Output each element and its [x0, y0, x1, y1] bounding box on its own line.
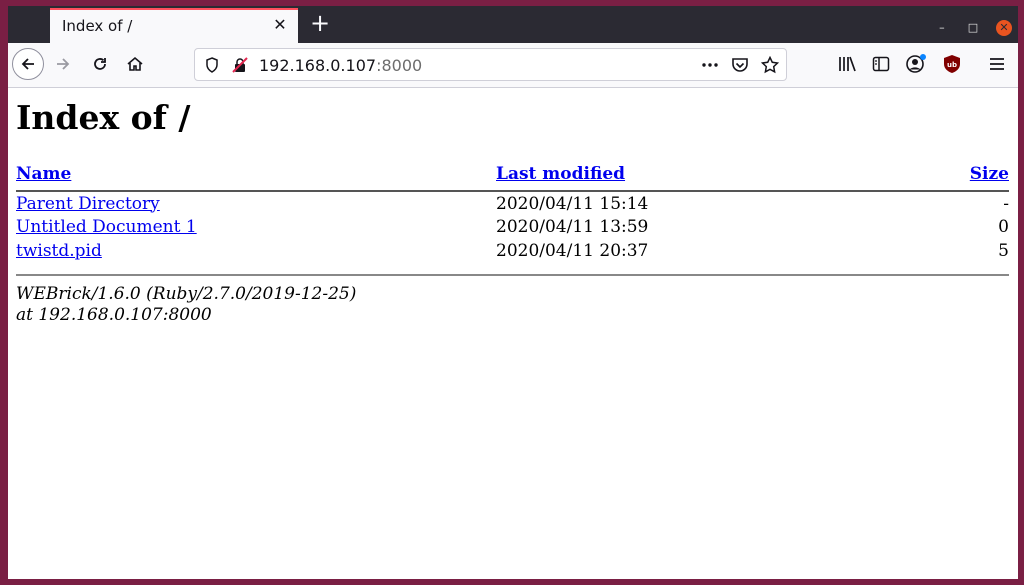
page-title: Index of /: [16, 98, 191, 137]
sidebar-icon: [872, 56, 890, 72]
size-cell: 5: [998, 240, 1009, 261]
file-link[interactable]: Parent Directory: [16, 194, 160, 214]
table-header: Name Last modified Size: [16, 164, 1009, 188]
pocket-icon[interactable]: [731, 56, 749, 74]
window-controls: – □ ✕: [924, 16, 1012, 36]
account-icon: [906, 54, 926, 73]
server-version: WEBrick/1.6.0 (Ruby/2.7.0/2019-12-25): [16, 284, 357, 304]
table-row: Untitled Document 1 2020/04/11 13:59 0: [16, 217, 1009, 241]
url-host: 192.168.0.107: [259, 56, 377, 75]
tab-title: Index of /: [62, 17, 133, 35]
minimize-icon[interactable]: –: [934, 20, 950, 36]
modified-cell: 2020/04/11 20:37: [496, 240, 649, 261]
new-tab-button[interactable]: +: [308, 11, 332, 36]
account-button[interactable]: [901, 49, 931, 79]
table-row: twistd.pid 2020/04/11 20:37 5: [16, 241, 1009, 265]
modified-cell: 2020/04/11 15:14: [496, 193, 649, 214]
forward-button[interactable]: [48, 49, 78, 79]
header-divider: [16, 189, 1009, 192]
close-window-icon[interactable]: ✕: [996, 20, 1012, 36]
sort-by-name-link[interactable]: Name: [16, 164, 71, 184]
modified-cell: 2020/04/11 13:59: [496, 217, 649, 237]
reload-button[interactable]: [85, 49, 115, 79]
menu-button[interactable]: [982, 49, 1012, 79]
arrow-left-icon: [21, 58, 34, 70]
library-icon: [839, 56, 856, 72]
maximize-icon[interactable]: □: [965, 20, 981, 36]
hamburger-menu-icon: [990, 58, 1004, 70]
sort-by-modified-link[interactable]: Last modified: [496, 164, 625, 184]
page-actions-icon[interactable]: [701, 56, 719, 74]
page-content: Index of / Name Last modified Size Paren…: [8, 88, 1018, 579]
url-port: :8000: [376, 56, 423, 75]
table-row: Parent Directory 2020/04/11 15:14 -: [16, 194, 1009, 218]
file-listing: Name Last modified Size Parent Directory…: [16, 164, 1009, 264]
sort-by-size-link[interactable]: Size: [970, 164, 1009, 184]
server-signature: WEBrick/1.6.0 (Ruby/2.7.0/2019-12-25) at…: [16, 284, 356, 326]
url-text[interactable]: 192.168.0.107:8000: [259, 56, 422, 75]
browser-window: Index of / ✕ + – □ ✕ 192.168.0.107:8000 …: [8, 6, 1018, 579]
size-cell: -: [1003, 193, 1009, 214]
shield-icon[interactable]: [203, 56, 221, 74]
ublock-origin-icon: ub: [944, 55, 960, 73]
sidebar-button[interactable]: [866, 49, 896, 79]
reload-icon: [94, 58, 106, 70]
file-link[interactable]: Untitled Document 1: [16, 217, 197, 237]
insecure-lock-icon[interactable]: [231, 56, 249, 74]
arrow-right-icon: [57, 58, 70, 70]
tab-close-icon[interactable]: ✕: [270, 15, 290, 35]
library-button[interactable]: [832, 49, 862, 79]
tab-index[interactable]: Index of / ✕: [50, 8, 298, 43]
home-icon: [127, 56, 143, 71]
footer-divider: [16, 274, 1009, 276]
server-address: at 192.168.0.107:8000: [16, 305, 212, 325]
bookmark-star-icon[interactable]: [761, 56, 779, 74]
home-button[interactable]: [120, 49, 150, 79]
url-bar[interactable]: 192.168.0.107:8000: [194, 48, 787, 81]
svg-text:ub: ub: [947, 61, 957, 69]
size-cell: 0: [998, 217, 1009, 237]
nav-bar: 192.168.0.107:8000 ub: [8, 43, 1018, 88]
file-link[interactable]: twistd.pid: [16, 241, 102, 261]
tab-bar: Index of / ✕ + – □ ✕: [8, 6, 1018, 43]
ublock-button[interactable]: ub: [937, 49, 967, 79]
back-button[interactable]: [12, 48, 44, 80]
